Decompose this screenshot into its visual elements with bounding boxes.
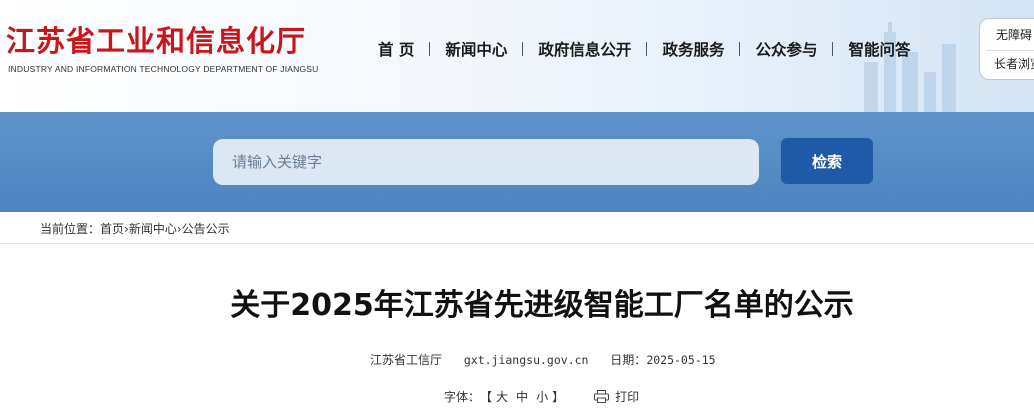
breadcrumb-label: 当前位置： — [40, 222, 101, 236]
site-logo-title[interactable]: 江苏省工业和信息化厅 — [6, 18, 306, 60]
font-size-medium[interactable]: 中 — [516, 388, 528, 405]
search-input[interactable] — [213, 139, 759, 185]
nav-gov-info[interactable]: 政府信息公开 — [538, 38, 631, 60]
nav-divider — [522, 42, 524, 56]
nav-news-center[interactable]: 新闻中心 — [445, 38, 507, 60]
font-size-large[interactable]: 大 — [496, 388, 508, 405]
font-size-small[interactable]: 小 — [536, 388, 548, 405]
article-source: 江苏省工信厅 — [370, 353, 443, 367]
search-button[interactable]: 检索 — [781, 138, 873, 184]
print-label: 打印 — [615, 390, 640, 404]
nav-divider — [739, 42, 741, 56]
breadcrumb: 当前位置：首页›新闻中心›公告公示 — [40, 220, 230, 237]
main-nav: 首 页 新闻中心 政府信息公开 政务服务 公众参与 智能问答 — [378, 38, 910, 60]
printer-icon — [594, 390, 610, 403]
elder-mode-button[interactable]: 长者浏览 — [980, 50, 1034, 78]
article-title: 关于2025年江苏省先进级智能工厂名单的公示 — [230, 288, 854, 323]
accessibility-button[interactable]: 无障碍 — [980, 21, 1034, 49]
article-site: gxt.jiangsu.gov.cn — [463, 353, 589, 367]
nav-divider — [646, 42, 648, 56]
article-meta: 江苏省工信厅 gxt.jiangsu.gov.cn 日期：2025-05-15 — [370, 351, 734, 368]
accessibility-panel: 无障碍 长者浏览 — [979, 18, 1034, 80]
nav-gov-services[interactable]: 政务服务 — [662, 38, 724, 60]
nav-divider — [429, 42, 431, 56]
nav-divider — [832, 42, 834, 56]
breadcrumb-home[interactable]: 首页 — [100, 222, 124, 236]
font-size-label: 字体： — [444, 390, 481, 404]
bracket-open: 【 — [480, 390, 493, 404]
site-logo-subtitle: INDUSTRY AND INFORMATION TECHNOLOGY DEPA… — [8, 64, 319, 74]
nav-home[interactable]: 首 页 — [378, 38, 414, 60]
nav-smart-qa[interactable]: 智能问答 — [848, 38, 910, 60]
skyline-decoration — [864, 22, 956, 112]
article-date: 2025-05-15 — [646, 353, 716, 367]
article-tools: 字体： 【 大 中 小 】 打印 — [444, 388, 639, 405]
bracket-close: 】 — [552, 390, 565, 404]
print-button[interactable]: 打印 — [594, 388, 639, 405]
breadcrumb-announcements[interactable]: 公告公示 — [182, 222, 230, 236]
breadcrumb-news-center[interactable]: 新闻中心 — [129, 222, 177, 236]
nav-public-participation[interactable]: 公众参与 — [755, 38, 817, 60]
site-header: 江苏省工业和信息化厅 INDUSTRY AND INFORMATION TECH… — [0, 0, 1034, 112]
article-date-label: 日期： — [610, 353, 647, 367]
